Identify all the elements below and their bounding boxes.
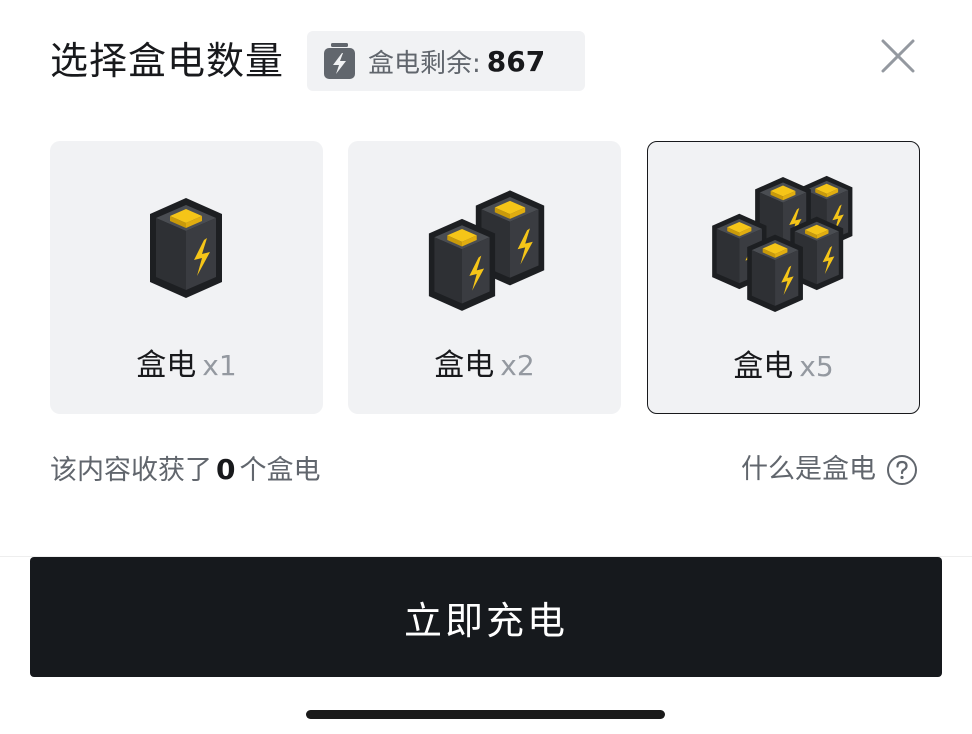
option-qty: x5 — [799, 350, 834, 383]
option-card-x5[interactable]: 盒电 x5 — [647, 141, 920, 414]
what-is-label[interactable]: 什么是盒电 — [741, 450, 876, 490]
battery-double-icon — [428, 190, 545, 311]
close-icon[interactable] — [881, 39, 915, 73]
battery-bolt-icon — [324, 43, 355, 79]
option-qty: x1 — [202, 349, 237, 382]
received-info: 该内容收获了 0 个盒电 — [50, 450, 320, 491]
received-prefix: 该内容收获了 — [50, 455, 212, 486]
option-label: 盒电 x2 — [348, 346, 621, 386]
option-name: 盒电 — [733, 349, 794, 384]
battery-pile-icon — [712, 175, 853, 313]
battery-single-icon — [150, 198, 222, 298]
page-title: 选择盒电数量 — [50, 39, 285, 83]
option-name: 盒电 — [434, 348, 495, 383]
option-card-x1[interactable]: 盒电 x1 — [50, 141, 323, 414]
option-label: 盒电 x5 — [648, 347, 919, 387]
option-name: 盒电 — [136, 348, 197, 383]
option-qty: x2 — [500, 349, 535, 382]
close-button[interactable] — [878, 36, 918, 76]
received-count: 0 — [216, 453, 236, 486]
balance-label: 盒电剩余: — [368, 48, 481, 79]
balance-value: 867 — [486, 44, 546, 78]
received-suffix: 个盒电 — [239, 455, 321, 486]
home-indicator — [306, 710, 665, 719]
option-card-x2[interactable]: 盒电 x2 — [348, 141, 621, 414]
balance-badge: 盒电剩余: 867 — [307, 31, 585, 91]
charge-now-button[interactable]: 立即充电 — [30, 557, 942, 677]
option-label: 盒电 x1 — [50, 346, 323, 386]
question-circle-icon[interactable] — [886, 454, 918, 486]
what-is-link[interactable]: 什么是盒电 — [741, 450, 918, 490]
